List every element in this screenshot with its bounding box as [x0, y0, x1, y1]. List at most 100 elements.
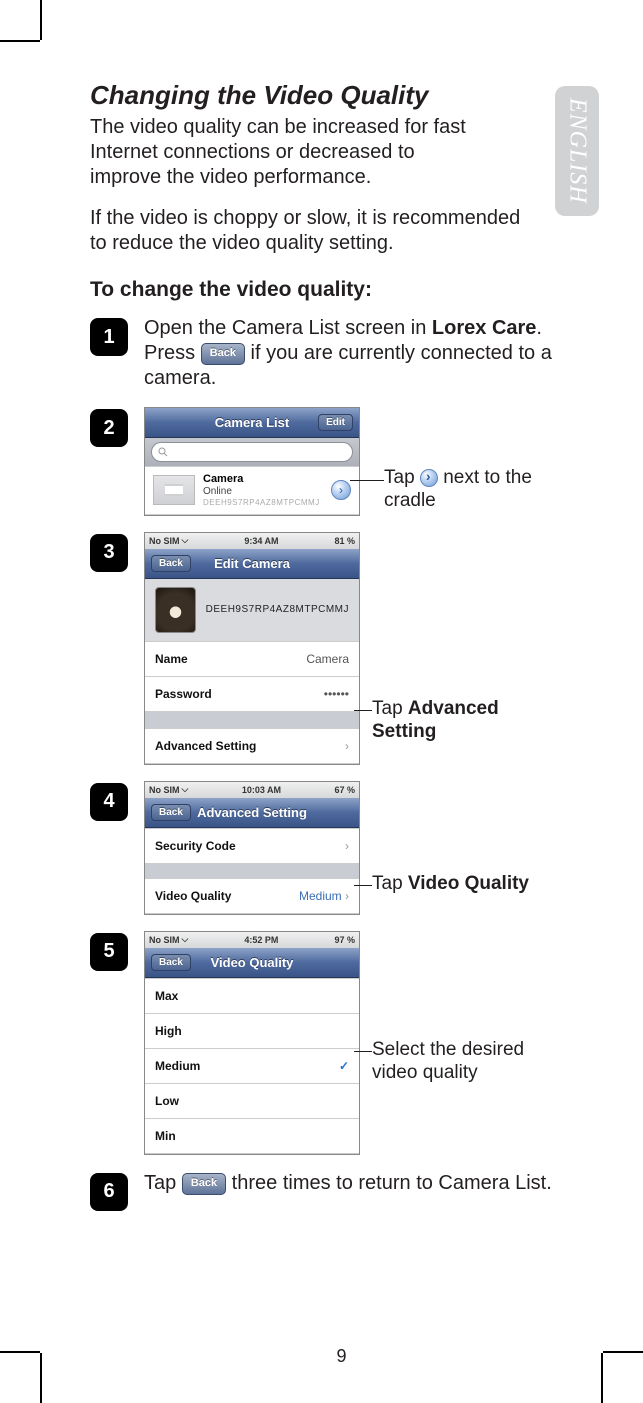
- back-button[interactable]: Back: [151, 954, 191, 971]
- intro-paragraph-2: If the video is choppy or slow, it is re…: [90, 206, 530, 256]
- option-low[interactable]: Low: [145, 1084, 359, 1119]
- back-button[interactable]: Back: [151, 804, 191, 821]
- status-left: No SIM ⌵: [149, 934, 188, 945]
- label: Max: [155, 989, 178, 1003]
- crop-mark: [40, 0, 42, 40]
- camera-status: Online: [203, 486, 323, 498]
- film-icon: [164, 483, 184, 497]
- status-time: 9:34 AM: [244, 536, 278, 546]
- callout-tap-disclosure: Tap next to the cradle: [384, 467, 544, 513]
- step-3: 3 No SIM ⌵ 9:34 AM 81 % Back Edit Camera…: [90, 532, 593, 765]
- chevron-right-icon: ›: [345, 839, 349, 853]
- row-video-quality[interactable]: Video Quality Medium ›: [145, 878, 359, 914]
- crop-mark: [0, 1351, 40, 1353]
- wifi-icon: ⌵: [182, 934, 189, 945]
- language-tab: ENGLISH: [555, 86, 599, 216]
- camera-thumbnail: [155, 587, 196, 633]
- value: ••••••: [324, 687, 349, 701]
- text: Select the desired video quality: [372, 1039, 524, 1083]
- label: Low: [155, 1094, 179, 1108]
- wifi-icon: ⌵: [182, 784, 189, 795]
- crop-mark: [601, 1353, 603, 1403]
- language-label: ENGLISH: [564, 98, 591, 204]
- intro-paragraph-1: The video quality can be increased for f…: [90, 115, 490, 190]
- camera-info: Camera Online DEEH9S7RP4AZ8MTPCMMJ: [203, 473, 323, 508]
- step-6-text: Tap Back three times to return to Camera…: [144, 1171, 593, 1196]
- phone-frame: No SIM ⌵ 10:03 AM 67 % Back Advanced Set…: [144, 781, 360, 915]
- step-1: 1 Open the Camera List screen in Lorex C…: [90, 316, 593, 391]
- screenshot-video-quality: No SIM ⌵ 4:52 PM 97 % Back Video Quality…: [144, 931, 593, 1155]
- searchbar: [145, 438, 359, 466]
- callout-line: [350, 480, 384, 481]
- crop-mark: [603, 1351, 643, 1353]
- navbar: Back Edit Camera: [145, 549, 359, 579]
- camera-id: DEEH9S7RP4AZ8MTPCMMJ: [206, 604, 349, 615]
- row-password[interactable]: Password ••••••: [145, 677, 359, 712]
- label: Name: [155, 652, 188, 666]
- step-number: 2: [90, 409, 128, 447]
- text: Open the Camera List screen in: [144, 317, 432, 339]
- statusbar: No SIM ⌵ 4:52 PM 97 %: [145, 932, 359, 948]
- camera-row[interactable]: Camera Online DEEH9S7RP4AZ8MTPCMMJ ›: [145, 466, 359, 515]
- disclosure-icon[interactable]: ›: [331, 480, 351, 500]
- section-title: Changing the Video Quality: [90, 80, 593, 111]
- label: Password: [155, 687, 212, 701]
- row-security-code[interactable]: Security Code ›: [145, 828, 359, 864]
- value: Camera: [306, 652, 349, 666]
- status-time: 4:52 PM: [244, 935, 278, 945]
- value-group: Medium ›: [299, 889, 349, 903]
- option-min[interactable]: Min: [145, 1119, 359, 1154]
- chevron-right-icon: ›: [345, 889, 349, 903]
- label: Advanced Setting: [155, 739, 256, 753]
- label: Medium: [155, 1059, 200, 1073]
- status-time: 10:03 AM: [242, 785, 281, 795]
- label: Security Code: [155, 839, 236, 853]
- option-high[interactable]: High: [145, 1014, 359, 1049]
- back-button[interactable]: Back: [151, 555, 191, 572]
- carrier-text: No SIM: [149, 536, 180, 546]
- step-4: 4 No SIM ⌵ 10:03 AM 67 % Back Advanced S…: [90, 781, 593, 915]
- screenshot-advanced-setting: No SIM ⌵ 10:03 AM 67 % Back Advanced Set…: [144, 781, 593, 915]
- crop-mark: [0, 40, 40, 42]
- navbar: Back Advanced Setting: [145, 798, 359, 828]
- nav-title: Advanced Setting: [197, 805, 307, 820]
- label: High: [155, 1024, 182, 1038]
- row-advanced-setting[interactable]: Advanced Setting ›: [145, 728, 359, 764]
- callout-tap-advanced: Tap Advanced Setting: [372, 698, 552, 744]
- status-battery: 97 %: [334, 935, 355, 945]
- disclosure-icon: [420, 469, 438, 487]
- callout-tap-video-quality: Tap Video Quality: [372, 873, 532, 896]
- text: three times to return to Camera List.: [232, 1172, 552, 1194]
- navbar: Back Video Quality: [145, 948, 359, 978]
- status-battery: 67 %: [334, 785, 355, 795]
- chevron-right-icon: ›: [345, 739, 349, 753]
- wifi-icon: ⌵: [182, 535, 189, 546]
- step-number: 1: [90, 318, 128, 356]
- nav-title: Camera List: [215, 415, 289, 430]
- page-number: 9: [336, 1346, 346, 1367]
- statusbar: No SIM ⌵ 9:34 AM 81 %: [145, 533, 359, 549]
- text: Tap: [144, 1172, 182, 1194]
- step-number: 3: [90, 534, 128, 572]
- camera-header: DEEH9S7RP4AZ8MTPCMMJ: [145, 579, 359, 641]
- phone-frame: No SIM ⌵ 4:52 PM 97 % Back Video Quality…: [144, 931, 360, 1155]
- search-input[interactable]: [151, 442, 353, 462]
- crop-mark: [40, 1353, 42, 1403]
- back-button-icon: Back: [201, 343, 245, 365]
- option-medium[interactable]: Medium ✓: [145, 1049, 359, 1084]
- option-max[interactable]: Max: [145, 978, 359, 1014]
- text: Tap: [372, 873, 408, 894]
- statusbar: No SIM ⌵ 10:03 AM 67 %: [145, 782, 359, 798]
- procedure-heading: To change the video quality:: [90, 278, 593, 302]
- checkmark-icon: ✓: [339, 1059, 349, 1073]
- phone-frame: No SIM ⌵ 9:34 AM 81 % Back Edit Camera D…: [144, 532, 360, 765]
- step-1-text: Open the Camera List screen in Lorex Car…: [144, 316, 593, 391]
- status-battery: 81 %: [334, 536, 355, 546]
- search-icon: [158, 447, 168, 457]
- step-2: 2 Camera List Edit: [90, 407, 593, 516]
- callout-select-quality: Select the desired video quality: [372, 1039, 552, 1085]
- status-left: No SIM ⌵: [149, 784, 188, 795]
- row-name[interactable]: Name Camera: [145, 641, 359, 677]
- value: Medium: [299, 889, 342, 903]
- edit-button[interactable]: Edit: [318, 414, 353, 431]
